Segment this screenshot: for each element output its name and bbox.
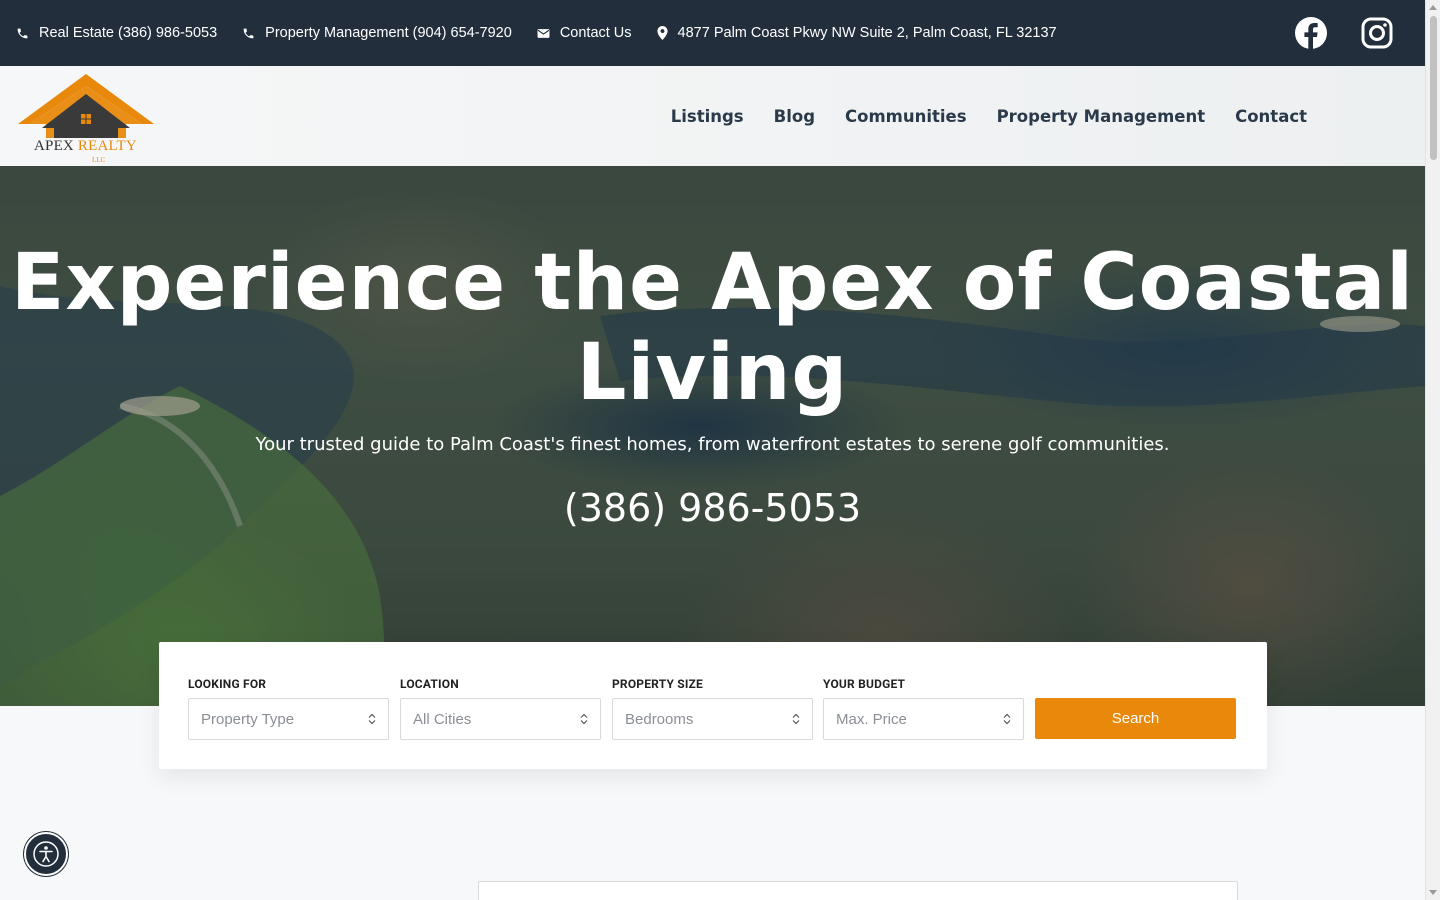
bedrooms-select[interactable]: Bedrooms xyxy=(612,698,813,740)
city-select[interactable]: All Cities xyxy=(400,698,601,740)
select-arrows-icon xyxy=(792,713,800,725)
real-estate-phone-link[interactable]: Real Estate (386) 986-5053 xyxy=(16,25,217,41)
budget-field: YOUR BUDGET Max. Price xyxy=(823,677,1024,740)
envelope-icon xyxy=(537,28,550,38)
logo[interactable]: APEX REALTY LLC xyxy=(14,72,158,164)
phone-icon xyxy=(17,28,28,38)
site-header: APEX REALTY LLC Listings Blog Communitie… xyxy=(0,66,1425,166)
select-arrows-icon xyxy=(1003,713,1011,725)
property-type-select[interactable]: Property Type xyxy=(188,698,389,740)
facebook-icon[interactable] xyxy=(1293,15,1329,51)
map-pin-icon xyxy=(656,26,668,40)
nav-property-management[interactable]: Property Management xyxy=(997,107,1206,126)
accessibility-button[interactable] xyxy=(24,832,68,876)
looking-for-field: LOOKING FOR Property Type xyxy=(188,677,389,740)
instagram-icon[interactable] xyxy=(1359,15,1395,51)
logo-word-realty: REALTY xyxy=(77,138,137,154)
location-label: LOCATION xyxy=(400,677,459,691)
nav-blog[interactable]: Blog xyxy=(774,107,815,126)
location-field: LOCATION All Cities xyxy=(400,677,601,740)
nav-communities[interactable]: Communities xyxy=(845,107,967,126)
max-price-select[interactable]: Max. Price xyxy=(823,698,1024,740)
page-scrollbar[interactable] xyxy=(1425,0,1440,900)
select-arrows-icon xyxy=(368,713,376,725)
looking-for-label: LOOKING FOR xyxy=(188,677,267,691)
property-size-label: PROPERTY SIZE xyxy=(612,677,703,691)
accessibility-icon xyxy=(33,841,59,867)
address-link[interactable]: 4877 Palm Coast Pkwy NW Suite 2, Palm Co… xyxy=(656,25,1057,41)
bedrooms-value: Bedrooms xyxy=(625,710,694,728)
logo-wordmark: APEX REALTY xyxy=(34,138,137,155)
property-management-phone-text: Property Management (904) 654-7920 xyxy=(265,25,512,41)
logo-llc: LLC xyxy=(92,156,106,164)
property-search-form: LOOKING FOR Property Type LOCATION All C… xyxy=(159,642,1267,769)
phone-icon xyxy=(243,28,254,38)
house-logo-icon xyxy=(18,74,154,138)
property-management-phone-link[interactable]: Property Management (904) 654-7920 xyxy=(242,25,512,41)
hero-phone[interactable]: (386) 986-5053 xyxy=(0,486,1425,530)
contact-us-text: Contact Us xyxy=(559,25,632,41)
contact-us-link[interactable]: Contact Us xyxy=(537,25,632,41)
select-arrows-icon xyxy=(580,713,588,725)
hero-title: Experience the Apex of Coastal Living xyxy=(11,238,1414,418)
max-price-value: Max. Price xyxy=(836,710,907,728)
main-nav: Listings Blog Communities Property Manag… xyxy=(641,66,1307,166)
scrollbar-thumb[interactable] xyxy=(1430,16,1437,160)
nav-listings[interactable]: Listings xyxy=(671,107,744,126)
search-button[interactable]: Search xyxy=(1035,698,1236,739)
property-size-field: PROPERTY SIZE Bedrooms xyxy=(612,677,813,740)
hero-section: Experience the Apex of Coastal Living Yo… xyxy=(0,166,1425,706)
budget-label: YOUR BUDGET xyxy=(823,677,906,691)
property-type-value: Property Type xyxy=(201,710,295,728)
city-value: All Cities xyxy=(413,710,472,728)
nav-contact[interactable]: Contact xyxy=(1235,107,1307,126)
top-bar: Real Estate (386) 986-5053 Property Mana… xyxy=(0,0,1425,66)
hero-subtitle: Your trusted guide to Palm Coast's fines… xyxy=(255,434,1170,455)
social-links xyxy=(1293,0,1425,66)
content-card xyxy=(478,881,1238,900)
scroll-down-arrow-icon[interactable] xyxy=(1429,890,1437,895)
address-text: 4877 Palm Coast Pkwy NW Suite 2, Palm Co… xyxy=(677,25,1057,41)
real-estate-phone-text: Real Estate (386) 986-5053 xyxy=(39,25,218,41)
scroll-up-arrow-icon[interactable] xyxy=(1429,5,1437,10)
logo-word-apex: APEX xyxy=(34,138,78,154)
